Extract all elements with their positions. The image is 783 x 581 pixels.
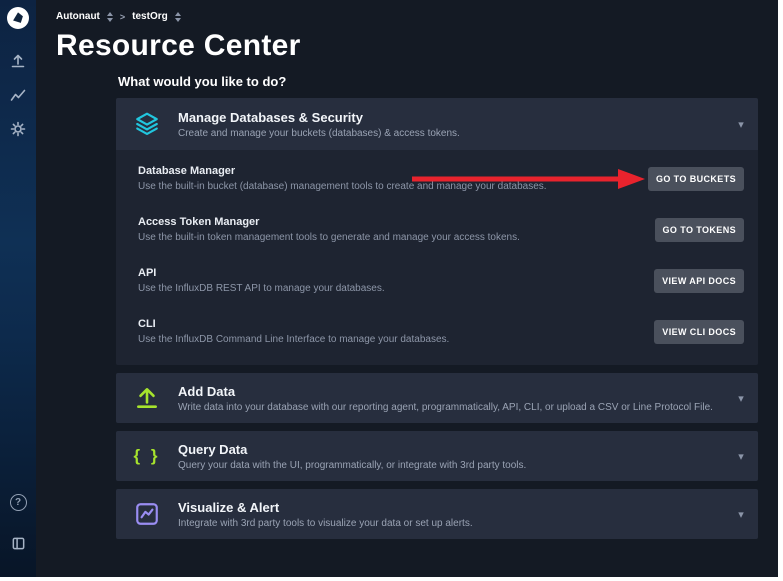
panel-desc: Query your data with the UI, programmati… (178, 460, 714, 471)
row-desc: Use the built-in bucket (database) manag… (138, 181, 632, 192)
layers-icon (134, 111, 160, 137)
row-text: CLI Use the InfluxDB Command Line Interf… (138, 318, 654, 345)
expand-caret-icon[interactable]: ▾ (724, 392, 758, 405)
upload-data-icon (134, 385, 160, 411)
breadcrumb-separator: > (120, 12, 125, 22)
panel-manage-text: Manage Databases & Security Create and m… (178, 102, 724, 147)
view-cli-docs-button[interactable]: VIEW CLI DOCS (654, 320, 744, 344)
breadcrumb: Autonaut > testOrg (56, 9, 778, 24)
suborg-switcher-icon[interactable] (175, 12, 181, 22)
panel-icon (11, 536, 26, 551)
panel-desc: Integrate with 3rd party tools to visual… (178, 518, 714, 529)
page-subtitle: What would you like to do? (118, 74, 758, 89)
row-database-manager: Database Manager Use the built-in bucket… (116, 153, 758, 204)
sidebar: ? (0, 0, 36, 577)
chevron-down-icon (107, 18, 113, 22)
row-desc: Use the built-in token management tools … (138, 232, 639, 243)
braces-icon: { } (134, 446, 161, 466)
panel-visualize-alert-text: Visualize & Alert Integrate with 3rd par… (178, 492, 724, 537)
panel-add-data-icon-cell (116, 385, 178, 411)
panel-desc: Write data into your database with our r… (178, 402, 714, 413)
row-text: Database Manager Use the built-in bucket… (138, 165, 648, 192)
screenshot-frame: ? Autonaut > testOrg (0, 0, 783, 581)
row-api: API Use the InfluxDB REST API to manage … (116, 255, 758, 306)
help-button[interactable]: ? (10, 494, 27, 511)
row-access-token-manager: Access Token Manager Use the built-in to… (116, 204, 758, 255)
panel-visualize-alert-icon-cell (116, 501, 178, 527)
panel-query-data: { } Query Data Query your data with the … (116, 431, 758, 481)
chevron-up-icon (107, 12, 113, 16)
chevron-up-icon (175, 12, 181, 16)
panel-add-data-text: Add Data Write data into your database w… (178, 376, 724, 421)
row-title: CLI (138, 318, 638, 330)
row-cli: CLI Use the InfluxDB Command Line Interf… (116, 306, 758, 357)
row-desc: Use the InfluxDB Command Line Interface … (138, 334, 638, 345)
go-to-tokens-button[interactable]: GO TO TOKENS (655, 218, 744, 242)
org-switcher-icon[interactable] (107, 12, 113, 22)
expand-caret-icon[interactable]: ▾ (724, 450, 758, 463)
row-title: API (138, 267, 638, 279)
app-window: ? Autonaut > testOrg (0, 0, 778, 577)
panel-query-data-header[interactable]: { } Query Data Query your data with the … (116, 431, 758, 481)
sidebar-item-data-explorer[interactable] (5, 83, 31, 107)
panel-visualize-alert-header[interactable]: Visualize & Alert Integrate with 3rd par… (116, 489, 758, 539)
row-desc: Use the InfluxDB REST API to manage your… (138, 283, 638, 294)
panel-manage-header[interactable]: Manage Databases & Security Create and m… (116, 98, 758, 150)
collapse-caret-icon[interactable]: ▾ (724, 118, 758, 131)
upload-icon (10, 53, 26, 69)
row-title: Access Token Manager (138, 216, 639, 228)
chart-icon (134, 501, 160, 527)
breadcrumb-suborg-name[interactable]: testOrg (132, 11, 168, 22)
row-text: Access Token Manager Use the built-in to… (138, 216, 655, 243)
panel-manage-icon-cell (116, 111, 178, 137)
panel-manage-rows: Database Manager Use the built-in bucket… (116, 150, 758, 365)
panel-add-data: Add Data Write data into your database w… (116, 373, 758, 423)
panel-title: Manage Databases & Security (178, 110, 714, 125)
panel-query-data-text: Query Data Query your data with the UI, … (178, 434, 724, 479)
resource-center-content: What would you like to do? Manage Da (116, 74, 758, 539)
chevron-down-icon (175, 18, 181, 22)
panel-visualize-alert: Visualize & Alert Integrate with 3rd par… (116, 489, 758, 539)
expand-caret-icon[interactable]: ▾ (724, 508, 758, 521)
panel-add-data-header[interactable]: Add Data Write data into your database w… (116, 373, 758, 423)
influxdb-logo[interactable] (7, 7, 29, 29)
page-title: Resource Center (56, 29, 778, 63)
go-to-buckets-button[interactable]: GO TO BUCKETS (648, 167, 744, 191)
view-api-docs-button[interactable]: VIEW API DOCS (654, 269, 744, 293)
panel-desc: Create and manage your buckets (database… (178, 128, 714, 139)
sidebar-item-load-data[interactable] (5, 49, 31, 73)
panel-title: Query Data (178, 442, 714, 457)
gear-icon (10, 121, 26, 137)
panel-manage-databases: Manage Databases & Security Create and m… (116, 98, 758, 365)
panel-title: Visualize & Alert (178, 500, 714, 515)
breadcrumb-org-name[interactable]: Autonaut (56, 11, 100, 22)
question-mark-icon: ? (15, 497, 21, 508)
bottom-panel-button[interactable] (5, 531, 31, 555)
sidebar-item-settings[interactable] (5, 117, 31, 141)
panel-title: Add Data (178, 384, 714, 399)
graph-icon (10, 87, 26, 103)
row-text: API Use the InfluxDB REST API to manage … (138, 267, 654, 294)
row-title: Database Manager (138, 165, 632, 177)
main-content: Autonaut > testOrg Resource Center What … (36, 0, 778, 577)
influxdb-logo-icon (11, 11, 25, 25)
panel-query-data-icon-cell: { } (116, 446, 178, 466)
